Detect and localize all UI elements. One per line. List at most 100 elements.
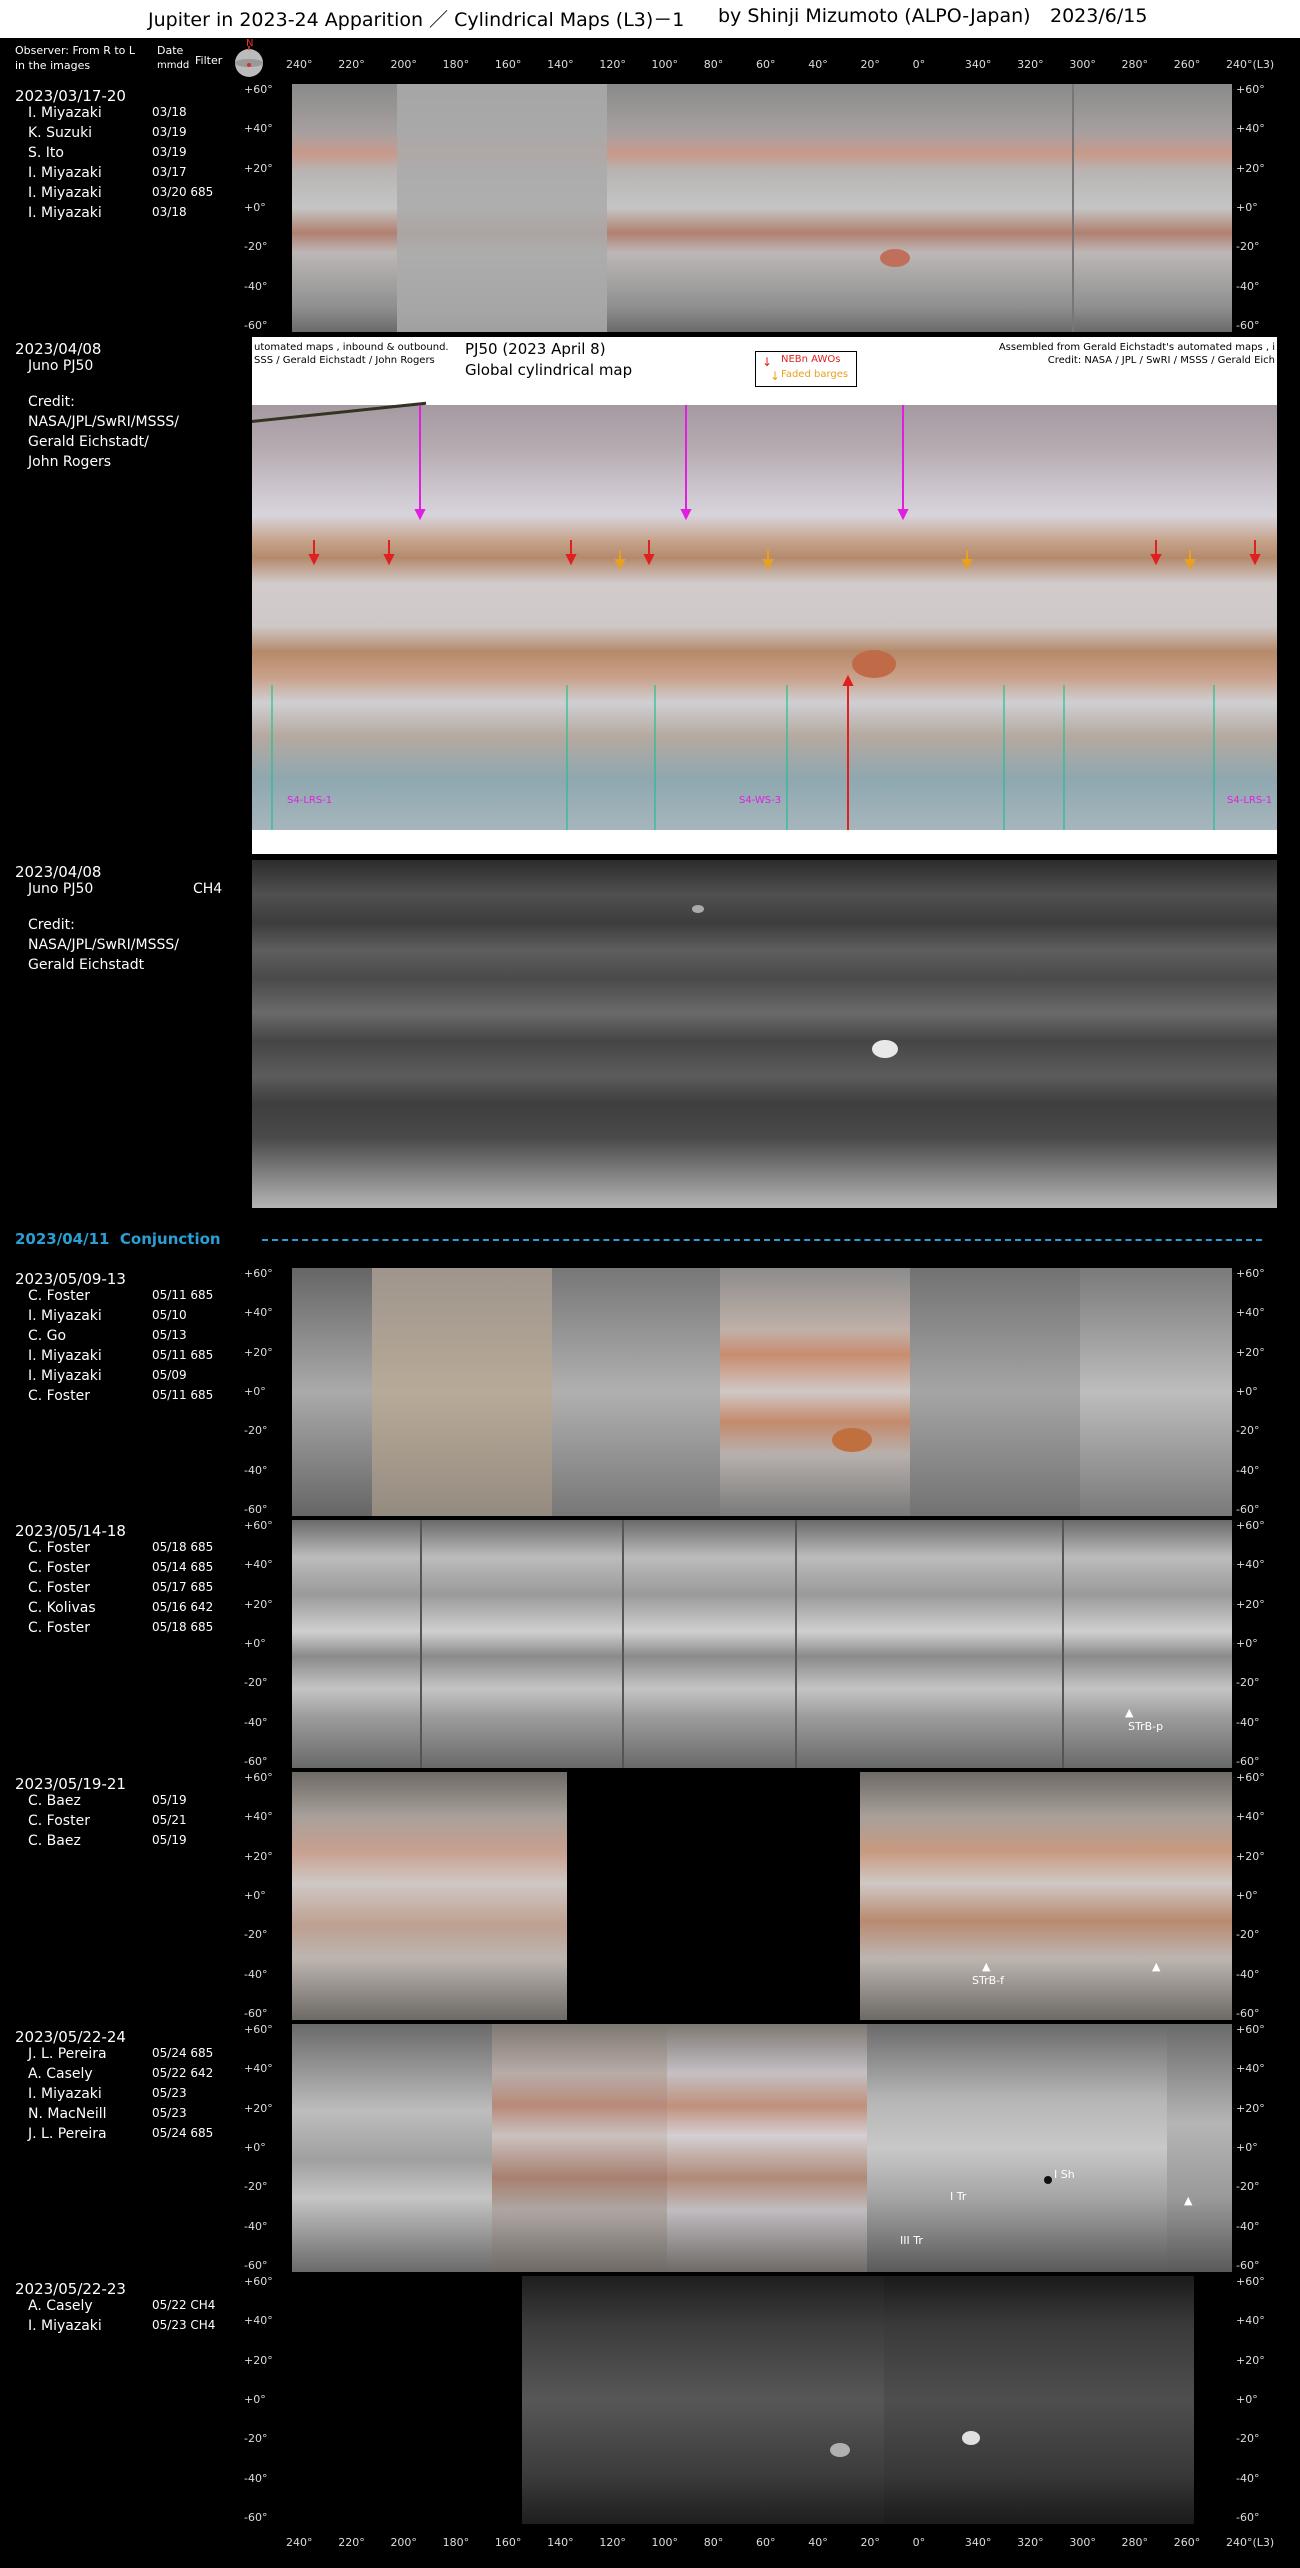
latitude-tick: +0°	[1236, 2393, 1258, 2406]
feature-label: Hook	[836, 836, 862, 847]
header-bar: Jupiter in 2023-24 Apparition ／ Cylindri…	[0, 0, 1300, 38]
latitude-tick: +60°	[1236, 2275, 1265, 2288]
shadow-spot	[1044, 2176, 1052, 2184]
map-segment	[292, 1772, 567, 2020]
latitude-tick: +40°	[244, 1306, 273, 1320]
observer-name: J. L. Pereira	[28, 2126, 107, 2142]
latitude-tick: -20°	[244, 2432, 268, 2446]
conjunction-label: 2023/04/11 Conjunction	[15, 1230, 221, 1248]
latitude-tick: -40°	[1236, 2471, 1260, 2485]
observer-header: Observer: From R to L in the images	[15, 43, 135, 73]
latitude-tick: +60°	[1236, 2023, 1265, 2036]
longitude-tick: 80°	[703, 2536, 724, 2549]
juno-name-row: Juno PJ50 CH4	[28, 881, 245, 901]
latitude-tick: +20°	[1236, 2353, 1265, 2367]
longitude-tick: 160°	[494, 58, 522, 71]
observer-name: C. Go	[28, 1328, 67, 1344]
credit-label: Credit:	[28, 917, 75, 933]
latitude-tick: +60°	[244, 1771, 273, 1784]
section-title: 2023/05/22-24	[15, 2028, 126, 2046]
observer-name: A. Casely	[28, 2066, 93, 2082]
observer-name: C. Foster	[28, 1560, 90, 1576]
observer-name: C. Foster	[28, 1813, 90, 1829]
longitude-tick: 340°	[964, 2536, 992, 2549]
credit-line: NASA/JPL/SwRI/MSSS/	[28, 414, 179, 430]
pj50-planet-image: S4-LRS-1 S4-WS-3 S4-LRS-1	[252, 401, 1277, 830]
latitude-tick: -20°	[1236, 1928, 1260, 1942]
marker-triangle-icon: ▲	[1125, 1706, 1134, 1719]
observer-name: K. Suzuki	[28, 125, 93, 141]
section-observers: 2023/05/22-23 A. Casely 05/22 CH4 I. Miya…	[15, 2280, 245, 2338]
longitude-tick: 200°	[390, 58, 417, 71]
longitude-tick: 300°	[1069, 2536, 1096, 2549]
latitude-tick: -20°	[244, 1424, 268, 1438]
jupiter-orientation-icon	[232, 46, 266, 80]
conjunction-date: 2023/04/11	[15, 1230, 110, 1248]
observer-row: I. Miyazaki 05/23 CH4	[28, 2318, 245, 2338]
latitude-tick: +0°	[1236, 1385, 1258, 1398]
orange-arrow-icon: ↓	[770, 369, 781, 383]
latitude-tick: -20°	[1236, 1676, 1260, 1690]
bright-spot	[872, 1040, 898, 1058]
feature-label: WS-B	[637, 391, 664, 402]
observer-row: I. Miyazaki 03/20 685	[28, 185, 245, 205]
observer-date: 05/16 642	[152, 1600, 214, 1614]
longitude-tick: 320°	[1017, 58, 1044, 71]
feature-label: Cyclone	[1047, 836, 1087, 847]
latitude-tick: -40°	[244, 1715, 268, 1729]
latitude-tick: -60°	[244, 2259, 268, 2272]
observer-date: 03/20 685	[152, 185, 214, 199]
observer-row: C. Foster 05/14 685	[28, 1560, 245, 1580]
latitude-tick: +60°	[244, 1519, 273, 1532]
observer-date: 05/19	[152, 1793, 187, 1807]
map-strip-0509	[292, 1268, 1232, 1516]
latitude-tick: +40°	[1236, 122, 1265, 136]
latitude-tick: +60°	[244, 2023, 273, 2036]
latitude-tick: +20°	[1236, 1849, 1265, 1863]
latitude-tick: -20°	[244, 1928, 268, 1942]
great-red-spot	[880, 249, 910, 267]
observer-row: C. Foster 05/17 685	[28, 1580, 245, 1600]
map-seam	[420, 1520, 422, 1768]
bright-spot	[962, 2431, 980, 2445]
feature-label: AWO & F.end Segment A	[256, 836, 379, 847]
latitude-tick: +0°	[244, 2393, 266, 2406]
juno-name: Juno PJ50	[28, 358, 94, 374]
longitude-tick: 40°	[808, 58, 828, 71]
longitude-tick: 240°	[286, 58, 313, 71]
longitude-tick: 160°	[494, 2536, 522, 2549]
pj50-left-note: SSS / Gerald Eichstadt / John Rogers	[254, 355, 435, 366]
observer-name: I. Miyazaki	[28, 205, 102, 221]
observer-date: 05/24 685	[152, 2126, 214, 2140]
observer-name: S. Ito	[28, 145, 64, 161]
latitude-tick: -40°	[1236, 2219, 1260, 2233]
observer-date: 05/13	[152, 1328, 187, 1342]
latitude-tick: +0°	[1236, 2141, 1258, 2154]
longitude-tick: 100°	[651, 2536, 679, 2549]
section-observers: 2023/05/19-21 C. Baez 05/19 C. Foster 05/2…	[15, 1775, 245, 1853]
credit-line: Gerald Eichstadt/	[28, 434, 149, 450]
observer-name: C. Kolivas	[28, 1600, 96, 1616]
observer-date: 05/11 685	[152, 1348, 214, 1362]
latitude-tick: -20°	[1236, 240, 1260, 254]
observer-date: 05/21	[152, 1813, 187, 1827]
pj50-left-note: utomated maps , inbound & outbound.	[254, 342, 449, 353]
observer-row: C. Baez 05/19	[28, 1833, 245, 1853]
feature-label: WS-F	[297, 391, 323, 402]
observer-name: I. Miyazaki	[28, 1368, 102, 1384]
observer-date: 05/18 685	[152, 1620, 214, 1634]
latitude-tick: +20°	[1236, 2101, 1265, 2115]
feature-label: WS-F	[1237, 391, 1263, 402]
map-segment	[372, 1268, 552, 1516]
observer-date: 05/18 685	[152, 1540, 214, 1554]
latitude-tick: -40°	[244, 1463, 268, 1477]
feature-label: WS-E	[362, 391, 389, 402]
observer-date: 05/17 685	[152, 1580, 214, 1594]
filter-header: Filter	[195, 54, 223, 67]
feature-label: NN-LRS-1	[675, 391, 723, 402]
observer-list: I. Miyazaki 03/18 K. Suzuki 03/19 S. Ito 03…	[28, 105, 245, 225]
observer-date: 03/19	[152, 125, 187, 139]
observer-name: J. L. Pereira	[28, 2046, 107, 2062]
pj50-legend: NEBn AWOs Faded barges ↓ ↓	[755, 351, 857, 387]
latitude-tick: -40°	[1236, 1463, 1260, 1477]
